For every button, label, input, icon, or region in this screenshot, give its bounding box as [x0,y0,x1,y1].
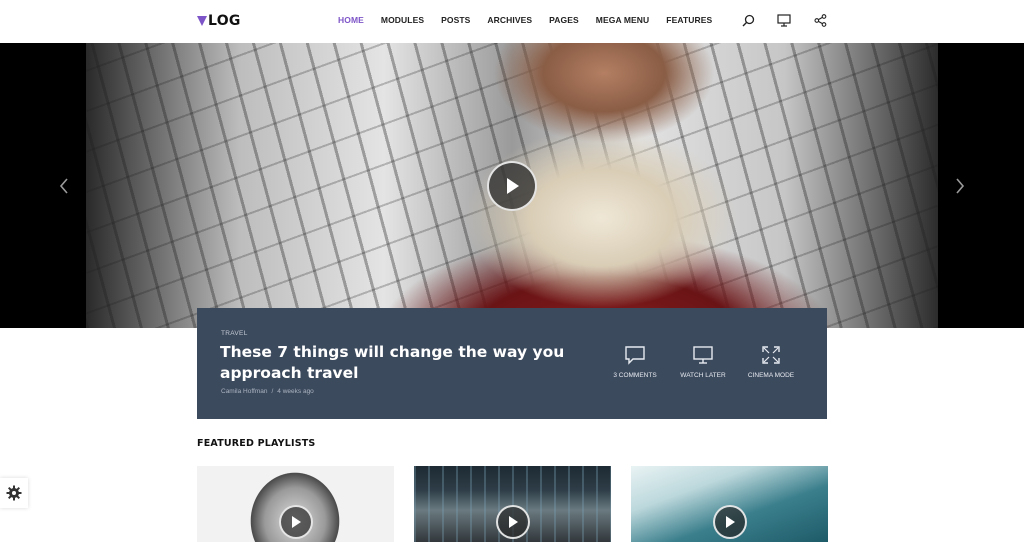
nav-item-posts[interactable]: POSTS [441,15,470,25]
comments-button[interactable]: 3 COMMENTS [605,345,665,379]
post-meta: Camila Hoffman / 4 weeks ago [221,388,314,395]
featured-playlists-heading: FEATURED PLAYLISTS [197,438,316,449]
play-icon[interactable] [279,505,313,539]
post-author[interactable]: Camila Hoffman [221,388,267,395]
search-icon[interactable] [740,12,756,28]
hero-slider [0,43,1024,328]
post-actions: 3 COMMENTS WATCH LATER CINEMA MODE [605,345,801,379]
cinema-mode-label: CINEMA MODE [747,372,795,379]
header-icons [740,12,828,28]
playlist-thumb-portrait[interactable] [197,466,394,542]
featured-post-card: TRAVEL These 7 things will change the wa… [197,308,827,419]
logo-text: LOG [208,13,241,29]
cinema-mode-button[interactable]: CINEMA MODE [741,345,801,379]
comment-icon [625,346,645,365]
play-icon[interactable] [496,505,530,539]
chevron-right-icon[interactable] [953,176,967,196]
main-nav: HOME MODULES POSTS ARCHIVES PAGES MEGA M… [338,15,729,25]
share-icon[interactable] [812,12,828,28]
site-header: LOG HOME MODULES POSTS ARCHIVES PAGES ME… [0,0,1024,43]
play-icon[interactable] [487,161,537,211]
post-title[interactable]: These 7 things will change the way you a… [220,342,580,384]
nav-item-features[interactable]: FEATURES [666,15,712,25]
play-icon[interactable] [713,505,747,539]
monitor-icon [693,346,713,364]
watch-later-button[interactable]: WATCH LATER [673,345,733,379]
nav-item-pages[interactable]: PAGES [549,15,579,25]
site-logo[interactable]: LOG [197,12,241,30]
logo-v-mark [197,16,207,26]
gear-icon[interactable] [0,478,28,508]
playlist-thumb-subway[interactable] [414,466,611,542]
post-date: 4 weeks ago [277,388,314,395]
nav-item-mega-menu[interactable]: MEGA MENU [596,15,649,25]
chevron-left-icon[interactable] [57,176,71,196]
watch-later-label: WATCH LATER [680,372,726,379]
playlist-thumb-surfer[interactable] [631,466,828,542]
expand-icon [762,346,780,364]
nav-item-modules[interactable]: MODULES [381,15,424,25]
meta-separator: / [271,388,274,395]
nav-item-archives[interactable]: ARCHIVES [487,15,532,25]
monitor-icon[interactable] [776,12,792,28]
nav-item-home[interactable]: HOME [338,15,364,25]
comments-label: 3 COMMENTS [613,372,657,379]
post-category[interactable]: TRAVEL [221,330,248,337]
